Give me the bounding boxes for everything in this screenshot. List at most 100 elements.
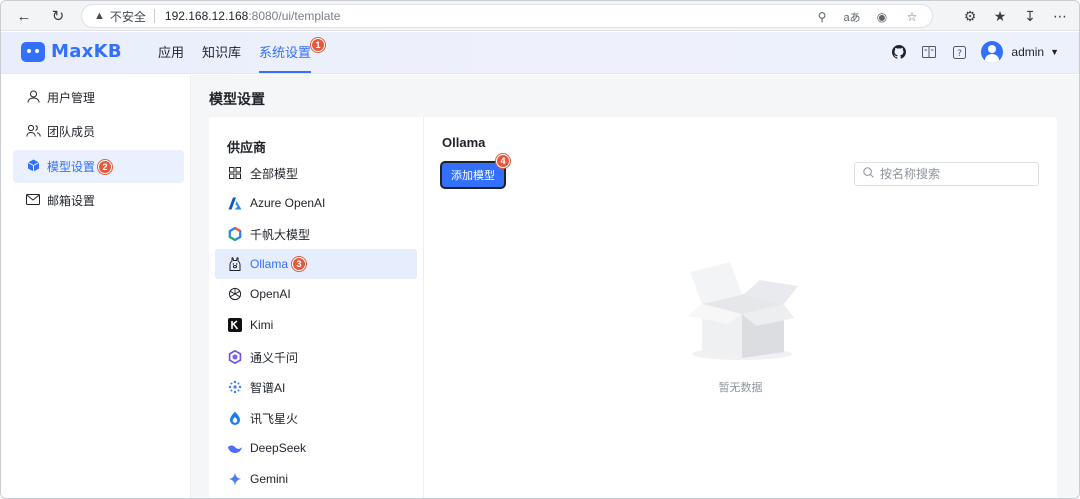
- download-icon[interactable]: ↧: [1019, 5, 1041, 27]
- provider-label: Ollama: [250, 257, 289, 271]
- header-actions: ? admin ▼: [891, 41, 1059, 63]
- azure-icon: [227, 195, 243, 211]
- docs-book-icon[interactable]: [921, 44, 937, 60]
- back-arrow-icon[interactable]: ←: [13, 5, 35, 27]
- url-path: :8080/ui/template: [248, 9, 341, 23]
- sidebar-item-label: 模型设置: [47, 160, 96, 174]
- provider-label: 通义千问: [250, 350, 299, 365]
- divider: [153, 9, 155, 23]
- sidebar-item-label: 邮箱设置: [47, 194, 96, 208]
- grid-icon: [227, 165, 243, 181]
- logo-icon: [21, 41, 45, 62]
- nav-label: 系统设置: [259, 45, 312, 60]
- logo-text: MaxKB: [51, 41, 122, 62]
- provider-title: 供应商: [227, 140, 267, 155]
- provider-item-kimi[interactable]: Kimi: [215, 310, 417, 340]
- provider-label: 智谱AI: [250, 380, 286, 395]
- sidebar-item-users[interactable]: 用户管理: [13, 81, 184, 114]
- provider-item-deepseek[interactable]: DeepSeek: [215, 433, 417, 463]
- provider-item-xunfei[interactable]: 讯飞星火: [215, 403, 417, 433]
- github-icon[interactable]: [891, 44, 907, 60]
- provider-list: 供应商 全部模型 Azure OpenAI 千帆大模型 Ollama 3 Ope…: [209, 117, 424, 498]
- user-icon: [25, 90, 41, 106]
- provider-label: Gemini: [250, 472, 289, 486]
- search-box[interactable]: [854, 162, 1039, 186]
- nav-system-settings[interactable]: 系统设置 1: [259, 32, 326, 74]
- sidebar-item-email-settings[interactable]: 邮箱设置: [13, 184, 184, 217]
- svg-text:?: ?: [957, 49, 962, 59]
- url-host: 192.168.12.168: [164, 9, 249, 23]
- logo[interactable]: MaxKB: [21, 41, 122, 62]
- tongyi-icon: [227, 349, 243, 365]
- key-icon[interactable]: ⚲: [812, 7, 832, 27]
- provider-item-zhipu[interactable]: 智谱AI: [215, 372, 417, 402]
- provider-item-azure[interactable]: Azure OpenAI: [215, 188, 417, 218]
- caret-down-icon[interactable]: ▼: [1050, 47, 1059, 57]
- search-input[interactable]: [880, 167, 1030, 181]
- sidebar-item-label: 用户管理: [47, 91, 96, 105]
- nav-label: 知识库: [202, 45, 242, 60]
- empty-box-icon: [688, 262, 798, 360]
- model-content: Ollama 添加模型 4 按名称搜索 暂无数据: [424, 117, 1057, 498]
- top-nav: 应用 知识库 系统设置 1: [158, 32, 329, 74]
- extensions-icon[interactable]: ⚙: [959, 5, 981, 27]
- star-icon[interactable]: ☆: [902, 7, 922, 27]
- sidebar-item-label: 团队成员: [47, 125, 96, 139]
- add-model-button[interactable]: 添加模型: [442, 163, 504, 187]
- model-settings-card: 供应商 全部模型 Azure OpenAI 千帆大模型 Ollama 3 Ope…: [209, 117, 1057, 498]
- more-icon[interactable]: ⋯: [1049, 5, 1071, 27]
- gemini-icon: [227, 471, 243, 487]
- search-icon: [863, 167, 874, 181]
- address-bar[interactable]: ▲ 不安全 192.168.12.168 :8080/ui/template ⚲…: [81, 4, 933, 28]
- empty-state-text: 暂无数据: [718, 382, 763, 394]
- provider-item-gemini[interactable]: Gemini: [215, 464, 417, 494]
- provider-item-qianfan[interactable]: 千帆大模型: [215, 219, 417, 249]
- deepseek-icon: [227, 440, 243, 456]
- cube-icon: [25, 159, 41, 175]
- qianfan-icon: [227, 226, 243, 242]
- provider-label: Azure OpenAI: [250, 196, 326, 210]
- nav-knowledge[interactable]: 知识库: [202, 32, 241, 74]
- provider-label: Kimi: [250, 318, 274, 332]
- provider-item-ollama[interactable]: Ollama 3: [215, 249, 417, 279]
- read-aloud-icon[interactable]: aあ: [842, 7, 862, 27]
- step-badge: 2: [98, 159, 113, 174]
- browser-toolbar: ← ↻ ▲ 不安全 192.168.12.168 :8080/ui/templa…: [1, 1, 1079, 31]
- page-title: 模型设置: [209, 91, 265, 107]
- favorites-icon[interactable]: ★: [989, 5, 1011, 27]
- provider-label: 讯飞星火: [250, 411, 299, 426]
- warning-icon: ▲: [94, 10, 105, 22]
- browser-window: ← ↻ ▲ 不安全 192.168.12.168 :8080/ui/templa…: [0, 0, 1080, 499]
- step-badge: 1: [311, 38, 326, 52]
- help-icon[interactable]: ?: [951, 44, 967, 60]
- security-label: 不安全: [109, 9, 146, 24]
- provider-item-all[interactable]: 全部模型: [215, 158, 417, 188]
- ollama-icon: [227, 256, 243, 272]
- provider-heading: Ollama: [442, 135, 486, 150]
- username[interactable]: admin: [1011, 45, 1044, 59]
- team-icon: [25, 124, 41, 140]
- provider-label: 全部模型: [250, 166, 299, 181]
- reload-icon[interactable]: ↻: [47, 5, 69, 27]
- kimi-icon: [227, 317, 243, 333]
- avatar[interactable]: [981, 41, 1004, 63]
- xunfei-icon: [227, 410, 243, 426]
- openai-icon: [227, 286, 243, 302]
- step-badge: 3: [292, 257, 307, 271]
- mail-icon: [25, 193, 41, 208]
- nav-label: 应用: [158, 45, 185, 60]
- provider-label: DeepSeek: [250, 441, 307, 455]
- provider-item-openai[interactable]: OpenAI: [215, 279, 417, 309]
- provider-label: OpenAI: [250, 287, 291, 301]
- main-area: 模型设置 供应商 全部模型 Azure OpenAI 千帆大模型 Ollama …: [191, 75, 1079, 498]
- zhipu-icon: [227, 379, 243, 395]
- provider-item-tongyi[interactable]: 通义千问: [215, 342, 417, 372]
- sidebar: 用户管理 团队成员 模型设置 2 邮箱设置: [1, 75, 191, 498]
- sidebar-item-team[interactable]: 团队成员: [13, 115, 184, 148]
- extension-status-icon[interactable]: ◉: [872, 7, 892, 27]
- nav-apps[interactable]: 应用: [158, 32, 184, 74]
- app-header: MaxKB 应用 知识库 系统设置 1 ? admin ▼: [1, 32, 1079, 74]
- step-badge: 4: [496, 154, 510, 168]
- sidebar-item-model-settings[interactable]: 模型设置 2: [13, 150, 184, 183]
- provider-label: 千帆大模型: [250, 227, 311, 242]
